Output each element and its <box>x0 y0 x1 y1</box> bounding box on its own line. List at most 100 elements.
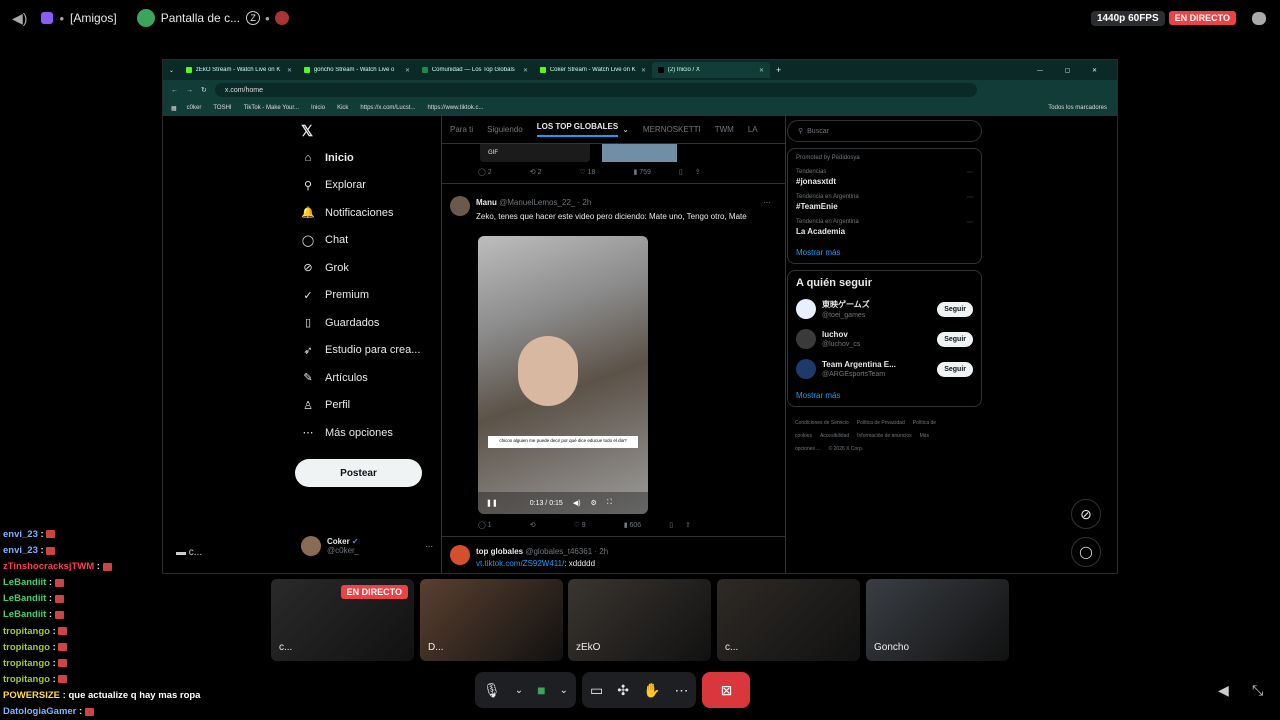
chat-username[interactable]: tropitango <box>3 674 50 685</box>
footer-link[interactable]: Condiciones de Servicio <box>795 420 849 426</box>
follow-button[interactable]: Seguir <box>937 301 973 317</box>
chat-icon[interactable] <box>1252 11 1266 25</box>
participant-tile[interactable]: D... <box>420 579 563 661</box>
browser-tab[interactable]: (2) Inicio / X ✕ <box>652 62 771 78</box>
disconnect-button[interactable]: ⊠ <box>702 672 751 708</box>
follow-suggestion[interactable]: Team Argentina E... @ARGEsportsTeam Seguir <box>796 359 973 379</box>
bookmark-item[interactable]: Kick <box>337 105 348 111</box>
bookmark-item[interactable]: https://www.tiktok.c... <box>427 105 483 111</box>
messages-fab[interactable]: ◯ <box>1071 537 1101 567</box>
tweet-avatar[interactable] <box>450 196 470 216</box>
bookmark-icon[interactable]: ▯ <box>669 521 673 529</box>
follow-button[interactable]: Seguir <box>937 361 973 377</box>
fullscreen-icon[interactable]: ⤡ <box>1252 682 1263 699</box>
soundboard-icon[interactable]: ✋ <box>643 682 660 699</box>
feed-tab[interactable]: Siguiendo <box>487 125 523 134</box>
participant-tile[interactable]: c... <box>717 579 860 661</box>
share-icon[interactable]: ⇪ <box>695 168 701 176</box>
views-icon[interactable]: ▮ 759 <box>633 168 650 176</box>
chat-username[interactable]: DatologiaGamer <box>3 706 76 717</box>
views-icon[interactable]: ▮ 606 <box>624 521 641 529</box>
more-icon[interactable]: ⋯ <box>674 682 688 699</box>
all-bookmarks[interactable]: Todos los marcadores <box>1048 105 1107 111</box>
tweet-author[interactable]: top globales <box>476 547 523 556</box>
bookmark-item[interactable]: c0ker <box>187 105 202 111</box>
chat-username[interactable]: LeBandiit <box>3 577 46 588</box>
follow-suggestion[interactable]: luchov @luchov_cs Seguir <box>796 329 973 349</box>
reload-icon[interactable]: ↻ <box>201 86 207 94</box>
server-name[interactable]: [Amigos] <box>70 11 117 25</box>
footer-link[interactable]: © 2026 X Corp. <box>829 446 864 452</box>
volume-icon[interactable]: ◀) <box>573 499 581 507</box>
nav-item-more[interactable]: ⋯ Más opciones <box>293 419 443 447</box>
reply-icon[interactable]: ◯ 1 <box>478 521 492 529</box>
bookmark-item[interactable]: TikTok - Make Your... <box>244 105 299 111</box>
post-button[interactable]: Postear <box>295 459 422 487</box>
mic-options-icon[interactable]: ⌄ <box>515 685 523 696</box>
tweet-more-icon[interactable]: ⋯ <box>763 198 771 207</box>
follow-suggestion[interactable]: 東映ゲームズ @toei_games Seguir <box>796 299 973 319</box>
tweet-avatar[interactable] <box>450 545 470 565</box>
tweet-author[interactable]: Manu <box>476 198 497 207</box>
activities-icon[interactable]: ✣ <box>617 682 629 699</box>
browser-tab[interactable]: Comunidad — Los Top Globals ✕ <box>416 62 534 78</box>
x-logo-icon[interactable]: 𝕏 <box>293 116 443 144</box>
reply-icon[interactable]: ◯ 2 <box>478 168 492 176</box>
tab-close-icon[interactable]: ✕ <box>759 67 764 74</box>
footer-link[interactable]: Accesibilidad <box>820 433 849 439</box>
nav-item-profile[interactable]: ♙ Perfil <box>293 392 443 420</box>
account-switcher[interactable]: Coker ✔ @c0ker_ ⋯ <box>301 536 433 556</box>
footer-link[interactable]: Política de Privacidad <box>857 420 905 426</box>
nav-item-bell[interactable]: 🔔 Notificaciones <box>293 199 443 227</box>
chat-username[interactable]: LeBandiit <box>3 609 46 620</box>
chat-username[interactable]: POWERSIZE <box>3 690 60 701</box>
browser-tab[interactable]: zEkO Stream - Watch Live on K ✕ <box>180 62 298 78</box>
browser-tab[interactable]: Coker Stream - Watch Live on K ✕ <box>534 62 652 78</box>
bookmark-icon[interactable]: ▯ <box>679 168 683 176</box>
pause-icon[interactable]: ❚❚ <box>486 499 498 507</box>
speaker-icon[interactable]: ◀) <box>12 10 27 27</box>
search-input[interactable]: ⚲ Buscar <box>787 120 982 142</box>
feed-tab[interactable]: LOS TOP GLOBALES <box>536 122 619 137</box>
show-more-trends[interactable]: Mostrar más <box>796 248 973 257</box>
mic-icon[interactable]: 🎙 <box>483 682 501 699</box>
share-icon[interactable]: ⇪ <box>685 521 691 529</box>
window-controls[interactable]: — ▢ ✕ <box>1037 67 1107 74</box>
nav-item-search[interactable]: ⚲ Explorar <box>293 172 443 200</box>
chat-username[interactable]: envi_23 <box>3 545 38 556</box>
bookmark-item[interactable]: TOSHI <box>213 105 231 111</box>
browser-tab[interactable]: goncho Stream - Watch Live o ✕ <box>298 62 416 78</box>
feed-tab[interactable]: Para ti <box>450 125 473 134</box>
camera-icon[interactable]: ■ <box>537 682 545 698</box>
footer-link[interactable]: Información de anuncios <box>857 433 911 439</box>
trend-item[interactable]: Tendencia en Argentina ⋯ La Academia <box>796 219 973 236</box>
like-icon[interactable]: ♡ 18 <box>579 168 595 176</box>
tab-close-icon[interactable]: ✕ <box>641 67 646 74</box>
bookmark-item[interactable]: https://x.com/Lucst... <box>360 105 415 111</box>
chat-username[interactable]: tropitango <box>3 642 50 653</box>
apps-icon[interactable]: ▦ <box>171 105 177 112</box>
camera-options-icon[interactable]: ⌄ <box>560 685 568 696</box>
tweet-2[interactable]: top globales @globales_t46361 · 2h vt.ti… <box>442 536 785 568</box>
nav-item-home[interactable]: ⌂ Inicio <box>293 144 443 172</box>
repost-icon[interactable]: ⟲ 2 <box>530 168 542 176</box>
tab-close-icon[interactable]: ✕ <box>523 67 528 74</box>
address-field[interactable]: x.com/home <box>214 83 977 97</box>
nav-item-rocket[interactable]: ➶ Estudio para crea... <box>293 337 443 365</box>
forward-icon[interactable]: → <box>186 87 193 94</box>
video-player[interactable]: chicos alguien me puede decir por qué di… <box>478 236 648 514</box>
show-more-follow[interactable]: Mostrar más <box>796 391 973 400</box>
bookmark-item[interactable]: Inicio <box>311 105 325 111</box>
participant-tile[interactable]: zEkO <box>568 579 711 661</box>
tweet-link[interactable]: vt.tiktok.com/ZS92W411/ <box>476 559 564 568</box>
nav-item-grok[interactable]: ⊘ Grok <box>293 254 443 282</box>
chat-username[interactable]: zTinshocracksjTWM <box>3 561 94 572</box>
trend-more-icon[interactable]: ⋯ <box>967 219 973 226</box>
trend-item[interactable]: Tendencia en Argentina ⋯ #TeamEnie <box>796 194 973 211</box>
fullscreen-icon[interactable]: ⛶ <box>607 499 612 507</box>
back-icon[interactable]: ← <box>171 87 178 94</box>
grok-fab[interactable]: ⊘ <box>1071 499 1101 529</box>
tab-menu-icon[interactable]: ⌄ <box>163 67 180 74</box>
chat-username[interactable]: LeBandiit <box>3 593 46 604</box>
trend-more-icon[interactable]: ⋯ <box>967 194 973 201</box>
